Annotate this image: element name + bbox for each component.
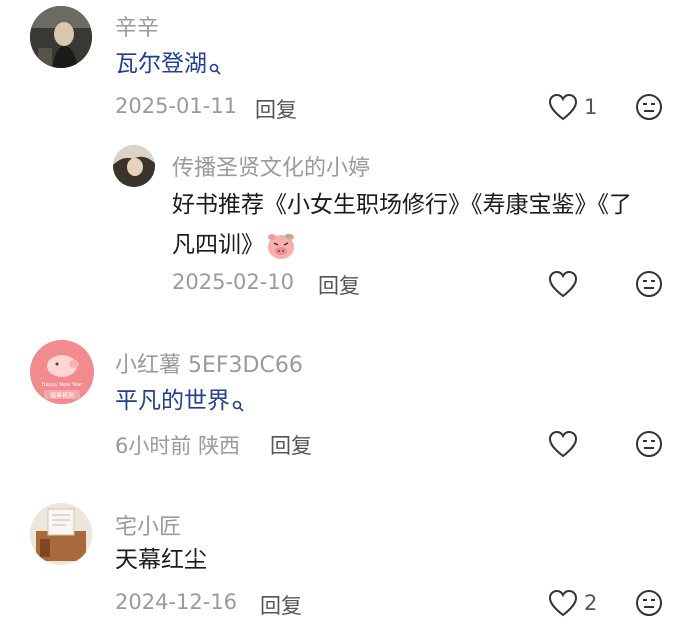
comment-text: 瓦尔登湖 bbox=[115, 44, 221, 88]
search-link[interactable]: 平凡的世界 bbox=[115, 388, 230, 414]
avatar[interactable] bbox=[30, 503, 92, 565]
comment-text: 好书推荐《小女生职场修行》《寿康宝鉴》《了 凡四训》 bbox=[172, 185, 672, 265]
avatar-greeting: Happy New Year bbox=[42, 382, 84, 388]
comment-text: 平凡的世界 bbox=[115, 381, 244, 425]
reply-item: 传播圣贤文化的小婷 好书推荐《小女生职场修行》《寿康宝鉴》《了 凡四训》 202… bbox=[0, 140, 690, 315]
reply-button[interactable]: 回复 bbox=[255, 94, 297, 124]
comment-item: 辛辛 瓦尔登湖 2025-01-11 回复 1 bbox=[0, 0, 690, 140]
comment-text-line: 凡四训》 bbox=[172, 225, 672, 265]
comment-item: 宅小匠 天幕红尘 2024-12-16 回复 2 bbox=[0, 485, 690, 625]
time-ago: 6小时前 bbox=[115, 434, 192, 458]
comment-time: 6小时前 陕西 bbox=[115, 430, 240, 460]
reply-button[interactable]: 回复 bbox=[270, 430, 312, 460]
comment-date: 2024-12-16 bbox=[115, 590, 238, 614]
username[interactable]: 小红薯 5EF3DC66 bbox=[115, 347, 303, 379]
username[interactable]: 宅小匠 bbox=[115, 509, 181, 541]
pig-sticker-icon bbox=[266, 231, 296, 261]
comment-date: 2025-02-10 bbox=[172, 270, 295, 294]
comment-item: Happy New Year 福事将到 小红薯 5EF3DC66 平凡的世界 6… bbox=[0, 315, 690, 485]
dislike-face-icon[interactable] bbox=[635, 430, 663, 458]
search-link[interactable]: 瓦尔登湖 bbox=[115, 51, 207, 77]
search-mark-icon bbox=[232, 385, 244, 425]
username[interactable]: 传播圣贤文化的小婷 bbox=[172, 150, 370, 182]
avatar[interactable]: Happy New Year 福事将到 bbox=[30, 340, 94, 404]
comment-text-line: 好书推荐《小女生职场修行》《寿康宝鉴》《了 bbox=[172, 192, 632, 218]
heart-icon[interactable] bbox=[548, 270, 578, 298]
location: 陕西 bbox=[198, 434, 241, 458]
heart-icon[interactable] bbox=[548, 93, 578, 121]
reply-button[interactable]: 回复 bbox=[260, 590, 302, 620]
comment-text: 天幕红尘 bbox=[115, 547, 207, 573]
like-count: 1 bbox=[584, 95, 598, 119]
reply-button[interactable]: 回复 bbox=[318, 270, 360, 300]
like-count: 2 bbox=[584, 591, 598, 615]
comment-date: 2025-01-11 bbox=[115, 94, 238, 118]
dislike-face-icon[interactable] bbox=[635, 270, 663, 298]
avatar-blessing: 福事将到 bbox=[50, 392, 74, 400]
avatar[interactable] bbox=[30, 6, 92, 68]
heart-icon[interactable] bbox=[548, 430, 578, 458]
avatar[interactable] bbox=[113, 145, 155, 187]
heart-icon[interactable] bbox=[548, 589, 578, 617]
username[interactable]: 辛辛 bbox=[115, 10, 159, 42]
dislike-face-icon[interactable] bbox=[635, 589, 663, 617]
search-mark-icon bbox=[209, 48, 221, 88]
dislike-face-icon[interactable] bbox=[635, 93, 663, 121]
comment-text-tail: 凡四训》 bbox=[172, 232, 264, 258]
